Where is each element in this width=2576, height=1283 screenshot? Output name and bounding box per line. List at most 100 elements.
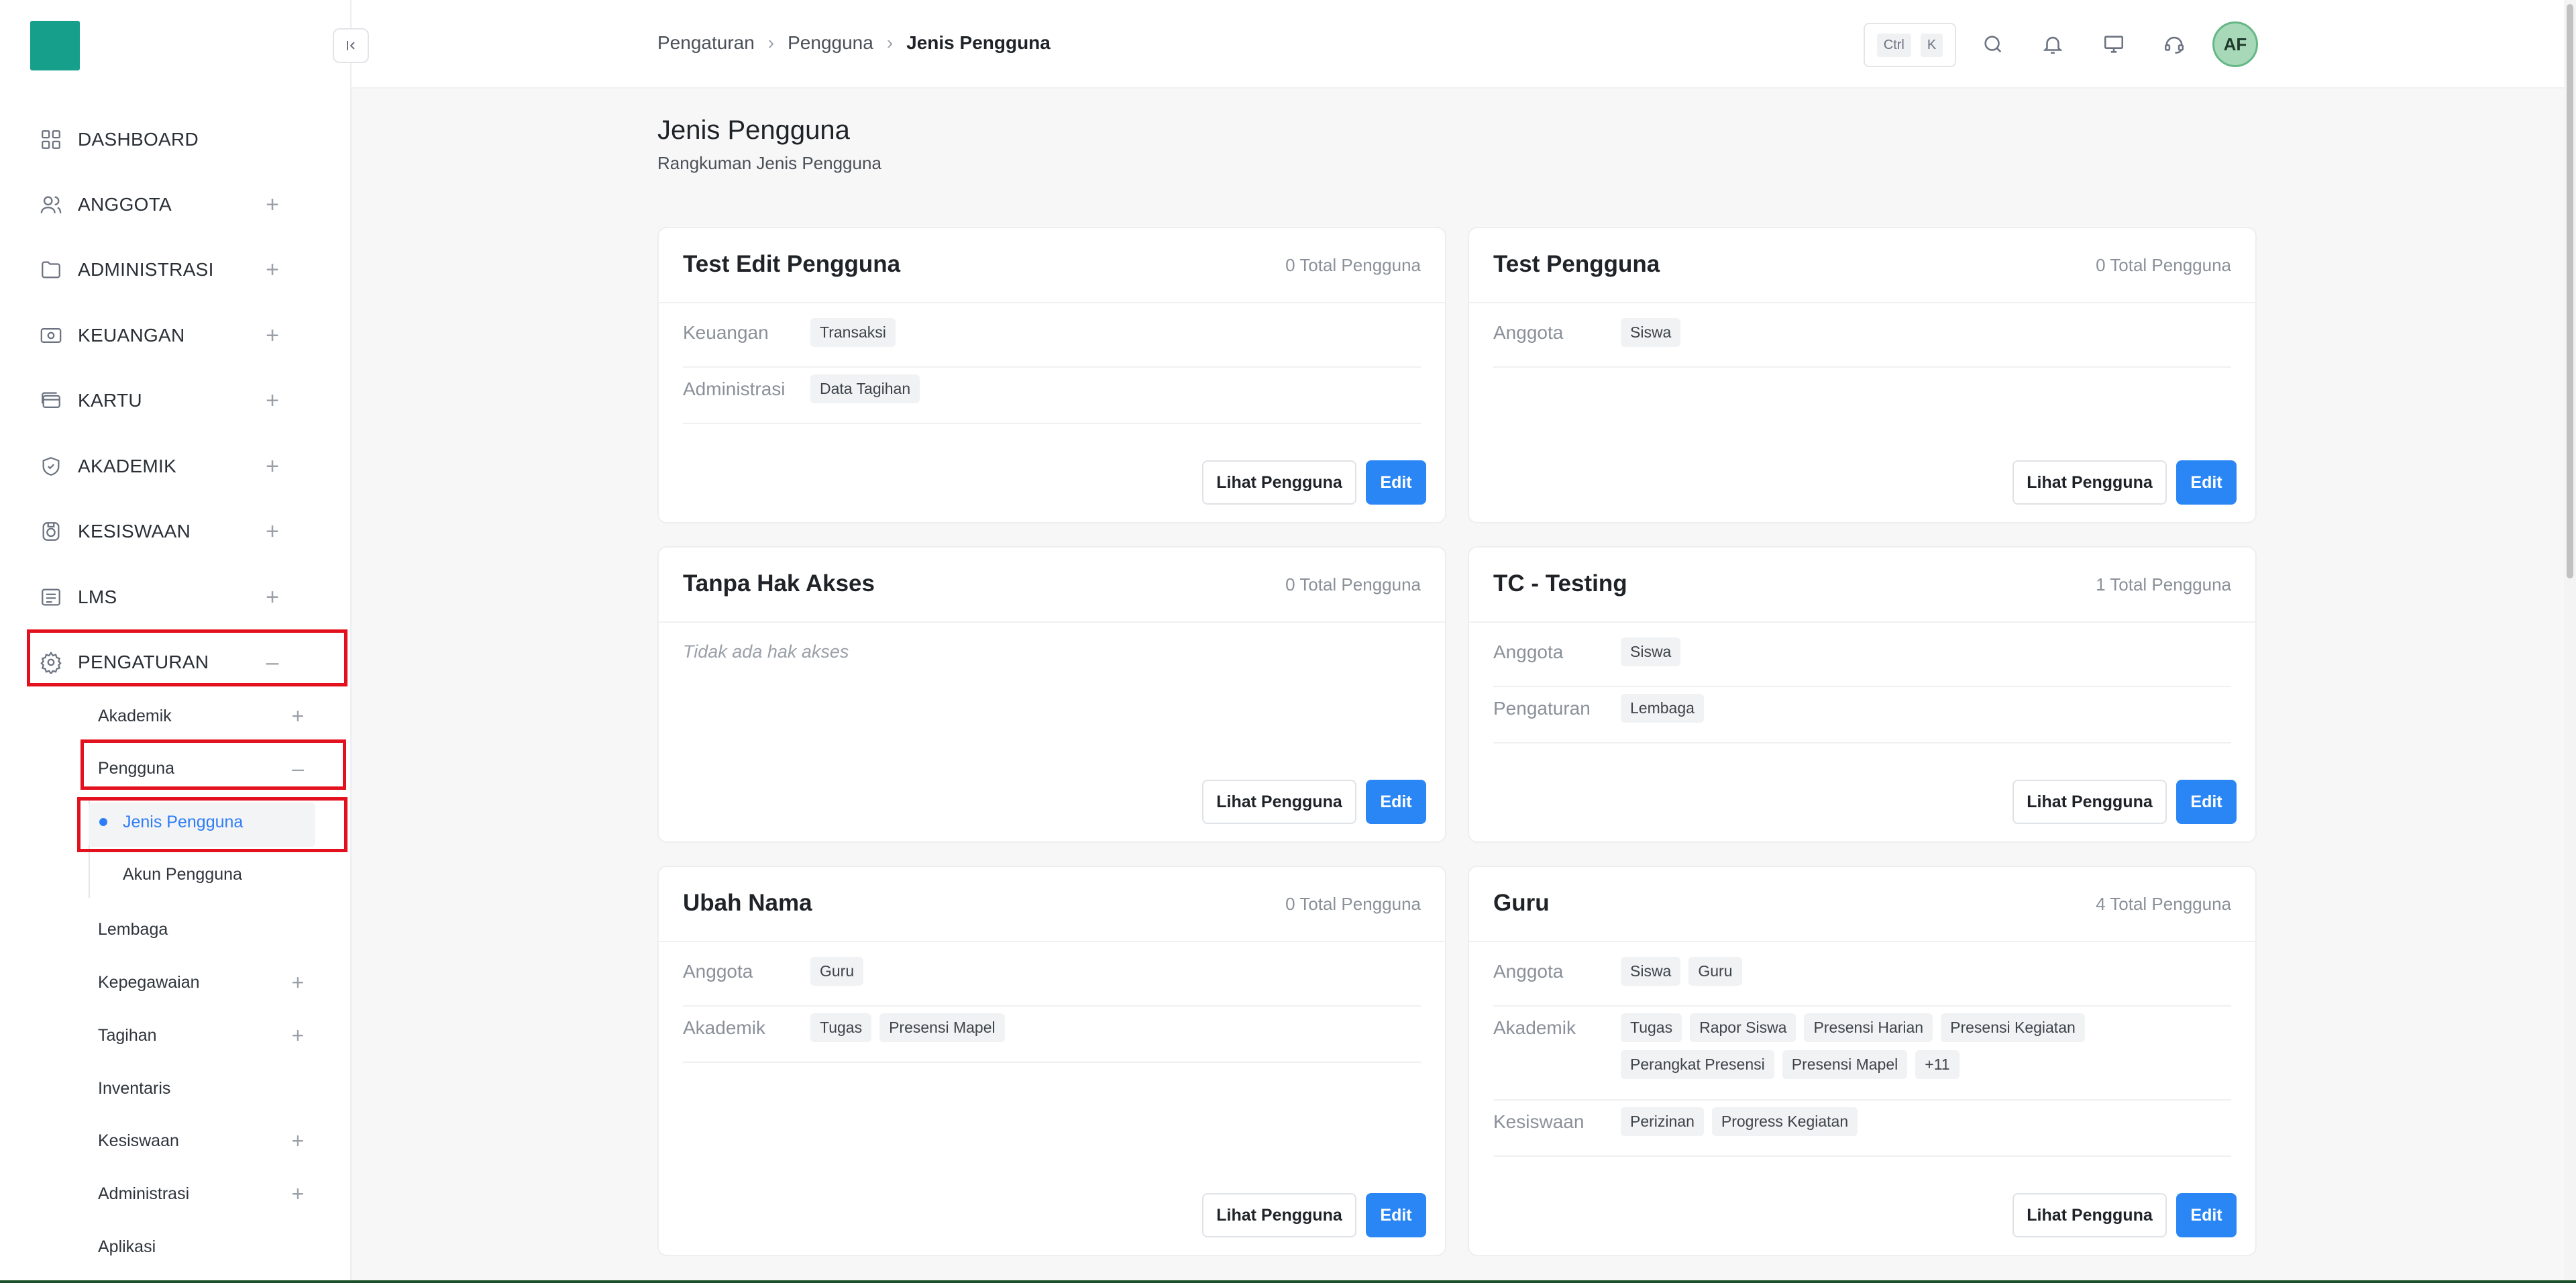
highlight-box-jenis-pengguna (77, 797, 347, 852)
sidebar-sub-administrasi[interactable]: Administrasi + (98, 1175, 319, 1213)
permission-row: Pengaturan Lembaga (1493, 687, 2231, 743)
sidebar-item-lms[interactable]: LMS + (38, 577, 319, 617)
sidebar-sub-label: Kesiswaan (98, 1131, 179, 1150)
card-header: Test Pengguna 0 Total Pengguna (1469, 228, 2255, 303)
plus-icon[interactable]: + (286, 1129, 310, 1153)
permission-chip: Siswa (1621, 637, 1681, 666)
permission-row: Administrasi Data Tagihan (683, 368, 1421, 424)
plus-icon[interactable]: + (260, 585, 284, 609)
permission-row: Akademik Tugas Presensi Mapel (683, 1007, 1421, 1063)
permission-chip: Presensi Kegiatan (1941, 1013, 2085, 1042)
bell-icon[interactable] (2038, 30, 2068, 59)
card-count: 0 Total Pengguna (1285, 255, 1421, 275)
user-type-card: Ubah Nama 0 Total Pengguna Anggota Guru … (657, 866, 1446, 1256)
plus-icon[interactable]: + (286, 704, 310, 728)
permission-chip: Siswa (1621, 957, 1681, 986)
permission-chip: Tugas (810, 1013, 872, 1042)
page-title: Jenis Pengguna (657, 115, 850, 145)
search-icon[interactable] (1978, 30, 2008, 59)
sidebar-item-dashboard[interactable]: DASHBOARD (38, 119, 319, 160)
card-title: Tanpa Hak Akses (683, 570, 875, 597)
edit-button[interactable]: Edit (1366, 1193, 1426, 1237)
window-bottom-border (0, 1280, 2576, 1283)
sidebar-item-akademik[interactable]: AKADEMIK + (38, 446, 319, 486)
list-icon (38, 584, 64, 611)
view-users-button[interactable]: Lihat Pengguna (2012, 460, 2167, 505)
collapse-icon (347, 41, 355, 50)
permission-chip: Perizinan (1621, 1107, 1704, 1136)
breadcrumb-item-pengguna[interactable]: Pengguna (788, 32, 873, 54)
sidebar-item-anggota[interactable]: ANGGOTA + (38, 185, 319, 225)
card-title: Ubah Nama (683, 890, 812, 916)
sidebar-item-kesiswaan[interactable]: KESISWAAN + (38, 511, 319, 552)
sidebar-item-label: ADMINISTRASI (78, 259, 214, 280)
sidebar-sub-label: Aplikasi (98, 1237, 156, 1256)
card-count: 4 Total Pengguna (2096, 894, 2231, 914)
breadcrumb: Pengaturan › Pengguna › Jenis Pengguna (657, 32, 1051, 54)
edit-button[interactable]: Edit (2176, 780, 2237, 824)
view-users-button[interactable]: Lihat Pengguna (2012, 1193, 2167, 1237)
permission-label: Keuangan (683, 322, 769, 343)
sidebar-sub-akun-pengguna[interactable]: Akun Pengguna (123, 856, 242, 893)
breadcrumb-item-current: Jenis Pengguna (906, 32, 1051, 53)
permission-chip: Guru (810, 957, 864, 986)
sidebar-sub-akademik[interactable]: Akademik + (98, 697, 319, 735)
users-icon (38, 191, 64, 218)
sidebar-sub-kesiswaan[interactable]: Kesiswaan + (98, 1122, 319, 1160)
sidebar-item-administrasi[interactable]: ADMINISTRASI + (38, 250, 319, 290)
more-chip[interactable]: +11 (1915, 1050, 1960, 1079)
sidebar-item-label: KESISWAAN (78, 521, 191, 542)
plus-icon[interactable]: + (260, 193, 284, 217)
sidebar-sub-kepegawaian[interactable]: Kepegawaian + (98, 964, 319, 1001)
card-count: 0 Total Pengguna (1285, 894, 1421, 914)
user-type-card: Guru 4 Total Pengguna Anggota Siswa Guru… (1468, 866, 2257, 1256)
scrollbar-thumb[interactable] (2567, 4, 2573, 578)
breadcrumb-item-pengaturan[interactable]: Pengaturan (657, 32, 755, 54)
collapse-sidebar-button[interactable] (333, 28, 369, 63)
edit-button[interactable]: Edit (2176, 460, 2237, 505)
permission-row: Anggota Siswa (1493, 631, 2231, 687)
edit-button[interactable]: Edit (1366, 460, 1426, 505)
sidebar-sub-label: Lembaga (98, 919, 168, 939)
view-users-button[interactable]: Lihat Pengguna (1202, 780, 1356, 824)
sidebar-item-label: KARTU (78, 390, 142, 411)
app-logo[interactable] (30, 21, 80, 70)
sidebar-item-kartu[interactable]: KARTU + (38, 380, 319, 421)
plus-icon[interactable]: + (286, 1023, 310, 1047)
view-users-button[interactable]: Lihat Pengguna (1202, 460, 1356, 505)
view-users-button[interactable]: Lihat Pengguna (1202, 1193, 1356, 1237)
sidebar-sub-aplikasi[interactable]: Aplikasi (98, 1228, 319, 1266)
permission-label: Kesiswaan (1493, 1111, 1585, 1132)
plus-icon[interactable]: + (260, 519, 284, 544)
card-title: TC - Testing (1493, 570, 1627, 597)
sidebar-sub-inventaris[interactable]: Inventaris (98, 1070, 319, 1107)
sidebar-sub-label: Administrasi (98, 1184, 190, 1203)
permission-label: Anggota (1493, 642, 1564, 662)
page-subtitle: Rangkuman Jenis Pengguna (657, 153, 881, 173)
plus-icon[interactable]: + (260, 258, 284, 282)
plus-icon[interactable]: + (286, 970, 310, 994)
edit-button[interactable]: Edit (2176, 1193, 2237, 1237)
card-header: Ubah Nama 0 Total Pengguna (659, 867, 1445, 942)
support-icon[interactable] (2159, 30, 2189, 59)
card-count: 0 Total Pengguna (1285, 574, 1421, 595)
monitor-icon[interactable] (2099, 30, 2129, 59)
sidebar-sub-lembaga[interactable]: Lembaga (98, 911, 319, 948)
avatar[interactable]: AF (2212, 21, 2258, 67)
sidebar-item-keuangan[interactable]: KEUANGAN + (38, 315, 319, 356)
plus-icon[interactable]: + (260, 323, 284, 348)
sidebar-sub-label: Tagihan (98, 1025, 157, 1045)
permission-row: Keuangan Transaksi (683, 311, 1421, 368)
sidebar-sub-label: Kepegawaian (98, 972, 200, 992)
view-users-button[interactable]: Lihat Pengguna (2012, 780, 2167, 824)
sidebar-sub-tagihan[interactable]: Tagihan + (98, 1017, 319, 1054)
edit-button[interactable]: Edit (1366, 780, 1426, 824)
highlight-box-pengguna (80, 739, 346, 790)
sidebar-item-label: KEUANGAN (78, 325, 185, 346)
command-shortcut-button[interactable]: Ctrl K (1864, 23, 1956, 67)
plus-icon[interactable]: + (260, 389, 284, 413)
permission-chip: Presensi Mapel (1782, 1050, 1908, 1079)
permission-label: Pengaturan (1493, 698, 1591, 719)
plus-icon[interactable]: + (286, 1182, 310, 1206)
plus-icon[interactable]: + (260, 454, 284, 478)
